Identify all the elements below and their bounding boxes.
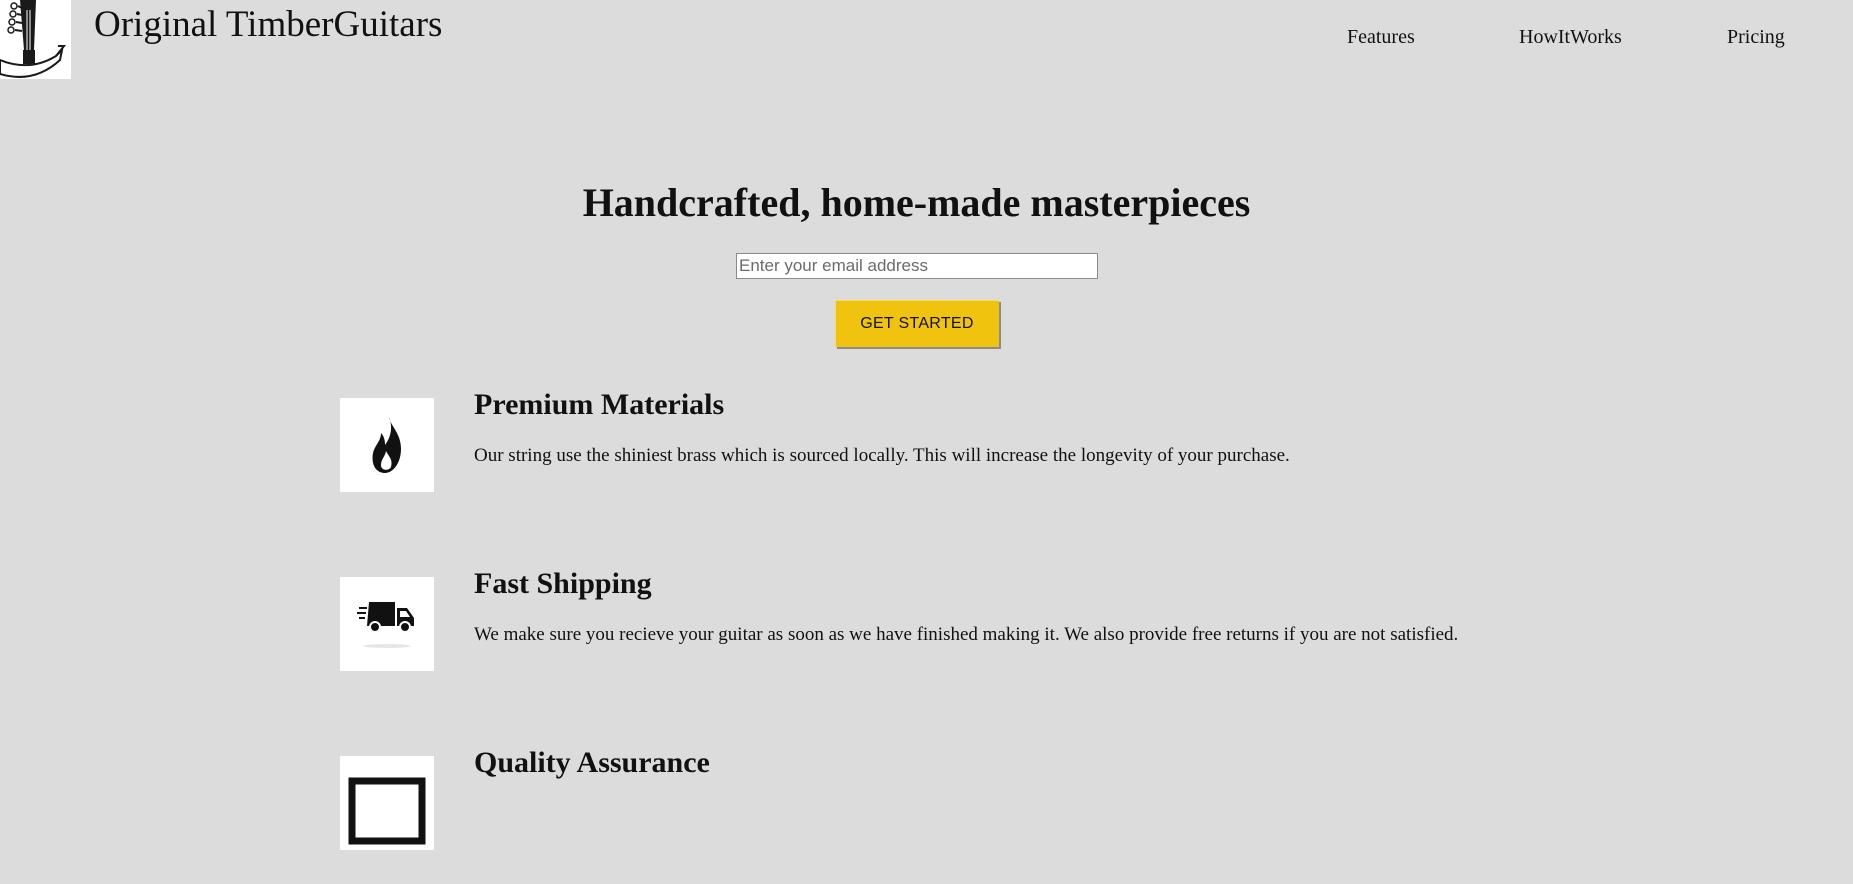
email-input[interactable]: [736, 253, 1098, 279]
nav-link-features[interactable]: Features: [1347, 24, 1415, 50]
nav-link-how-it-works[interactable]: HowItWorks: [1519, 24, 1622, 50]
feature-quality-assurance: Quality Assurance: [340, 744, 1640, 884]
certificate-icon: [348, 777, 426, 845]
feature-title: Premium Materials: [474, 388, 725, 421]
hero-title: Handcrafted, home-made masterpieces: [582, 180, 1251, 225]
feature-description: We make sure you recieve your guitar as …: [474, 624, 1459, 645]
feature-premium-materials: Premium Materials Our string use the shi…: [340, 386, 1640, 526]
feature-icon-box: [340, 756, 434, 850]
get-started-button[interactable]: GET STARTED: [835, 300, 999, 347]
nav-link-pricing[interactable]: Pricing: [1727, 24, 1785, 50]
feature-title: Quality Assurance: [474, 746, 710, 779]
feature-fast-shipping: Fast Shipping We make sure you recieve y…: [340, 565, 1640, 705]
delivery-truck-icon: [357, 602, 414, 648]
feature-icon-box: [340, 398, 434, 492]
main-nav: Features HowItWorks Pricing: [0, 24, 1853, 52]
feature-title: Fast Shipping: [474, 567, 652, 600]
site-header: Original TimberGuitars Features HowItWor…: [0, 0, 1853, 80]
flame-icon: [372, 417, 401, 473]
feature-icon-box: [340, 577, 434, 671]
feature-description: Our string use the shiniest brass which …: [474, 445, 1290, 466]
